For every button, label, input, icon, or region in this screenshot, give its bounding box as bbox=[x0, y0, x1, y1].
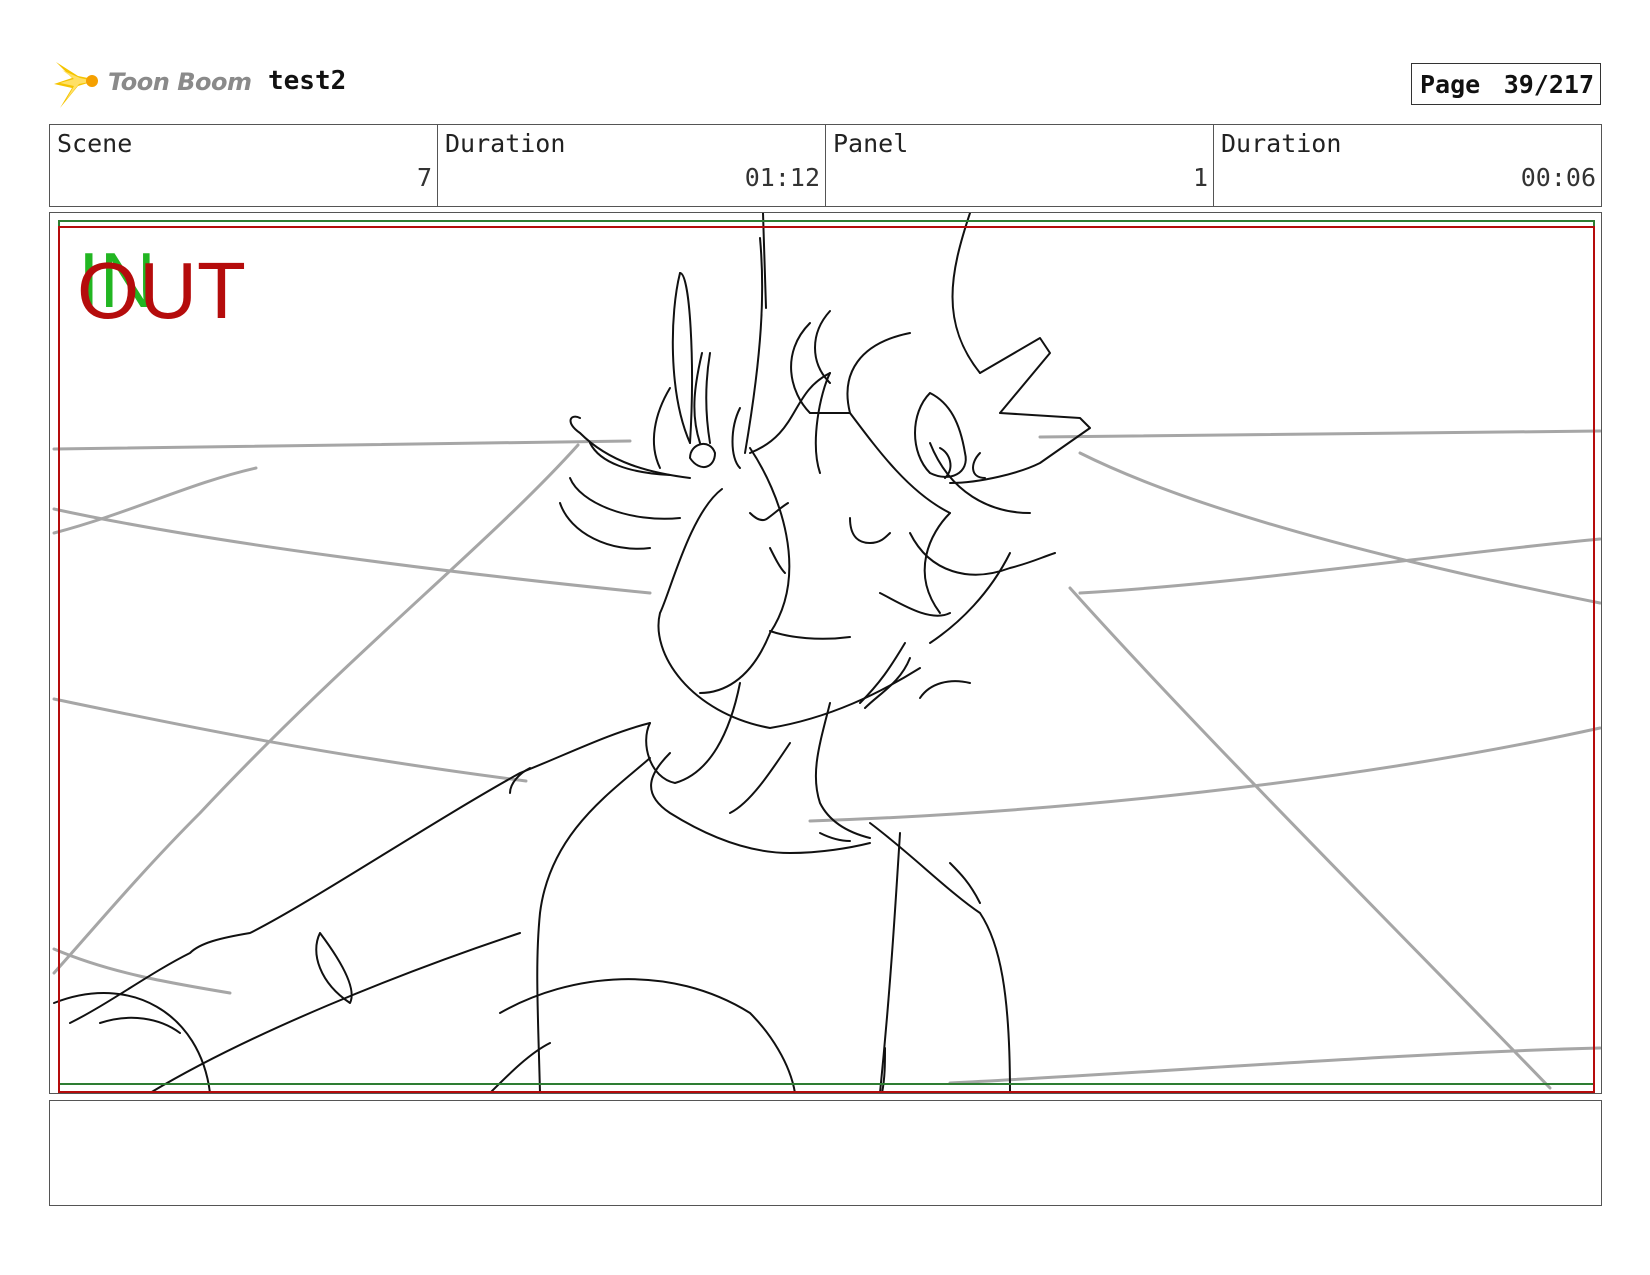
panel-duration-cell: Duration 00:06 bbox=[1214, 125, 1601, 206]
toon-boom-logo: Toon Boom bbox=[52, 56, 252, 112]
toon-boom-star-icon bbox=[54, 62, 98, 108]
storyboard-panel: IN OUT bbox=[49, 212, 1602, 1094]
panel-notes bbox=[49, 1100, 1602, 1206]
panel-drawing bbox=[52, 213, 1601, 1093]
character-sketch bbox=[53, 213, 1091, 1093]
panel-value: 1 bbox=[1192, 163, 1208, 192]
scene-value: 7 bbox=[416, 163, 432, 192]
panel-cell: Panel 1 bbox=[826, 125, 1214, 206]
page-number: 39/217 bbox=[1503, 69, 1594, 99]
scene-duration-cell: Duration 01:12 bbox=[438, 125, 826, 206]
scene-duration-value: 01:12 bbox=[744, 163, 820, 192]
panel-duration-label: Duration bbox=[1221, 129, 1342, 158]
panel-duration-value: 00:06 bbox=[1520, 163, 1596, 192]
panel-label: Panel bbox=[833, 129, 909, 158]
scene-duration-label: Duration bbox=[445, 129, 566, 158]
logo-text: Toon Boom bbox=[108, 68, 252, 96]
page-label: Page bbox=[1420, 69, 1481, 99]
scene-cell: Scene 7 bbox=[50, 125, 438, 206]
title-safe-frame bbox=[58, 226, 1595, 1093]
out-marker: OUT bbox=[77, 246, 246, 335]
scene-label: Scene bbox=[57, 129, 133, 158]
page-indicator: Page 39/217 bbox=[1411, 63, 1601, 105]
panel-info-table: Scene 7 Duration 01:12 Panel 1 Duration … bbox=[49, 124, 1602, 207]
action-safe-frame bbox=[58, 220, 1595, 1085]
project-title: test2 bbox=[268, 66, 347, 96]
background-lines bbox=[52, 429, 1601, 1090]
